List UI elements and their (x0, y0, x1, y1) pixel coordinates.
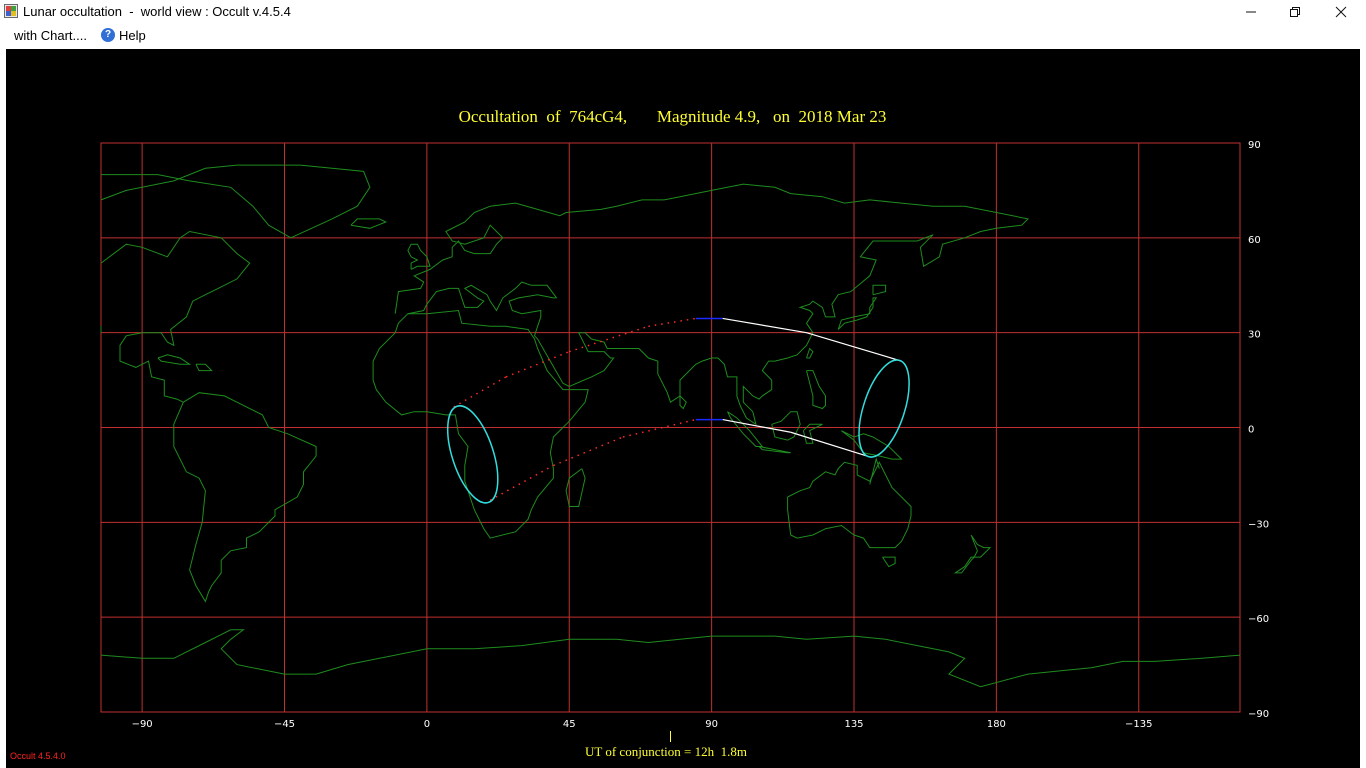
coastline (841, 430, 903, 460)
y-tick-label: −60 (1248, 614, 1269, 625)
coastline (100, 164, 371, 239)
coastline (173, 392, 317, 603)
x-tick-label: 135 (844, 719, 863, 730)
coastline (100, 230, 251, 403)
y-tick-label: −90 (1248, 709, 1269, 720)
north-limit-segment (569, 325, 649, 353)
north-limit-segment (505, 350, 570, 378)
y-tick-label: 0 (1248, 425, 1254, 436)
north-limit-segment (648, 317, 696, 328)
x-tick-label: 45 (563, 719, 576, 730)
coastline (372, 309, 589, 539)
rise-set-ellipse (446, 405, 499, 504)
coastline (771, 411, 801, 441)
x-tick-label: −135 (1125, 719, 1152, 730)
coastline (407, 281, 557, 315)
x-tick-label: 180 (987, 719, 1006, 730)
y-tick-label: 60 (1248, 235, 1261, 246)
conjunction-time-label: UT of conjunction = 12h 1.8m (585, 744, 747, 759)
south-limit-segment (622, 418, 696, 438)
coastline (727, 411, 764, 447)
x-tick-label: 0 (424, 719, 430, 730)
y-tick-label: 90 (1248, 140, 1261, 151)
coastline (953, 534, 992, 574)
north-limit-segment (722, 317, 807, 334)
version-label: Occult 4.5.4.0 (10, 751, 66, 761)
coastline (157, 354, 192, 365)
south-limit-segment (790, 431, 867, 457)
coastline (787, 461, 912, 549)
north-limit-segment (453, 376, 507, 408)
coastline (872, 284, 887, 296)
coastline (837, 297, 878, 330)
south-limit-segment (489, 464, 554, 501)
y-tick-label: −30 (1248, 519, 1269, 530)
coastline (679, 395, 687, 410)
chart-title: Occultation of 764cG4, Magnitude 4.9, on… (458, 107, 887, 126)
coastline (195, 363, 213, 372)
coastline (758, 446, 791, 454)
coastline (100, 629, 1241, 688)
south-limit-segment (553, 436, 624, 467)
coastline (882, 556, 896, 568)
y-tick-label: 30 (1248, 330, 1261, 341)
coastline (806, 370, 826, 410)
coastline (806, 347, 814, 359)
x-tick-label: −90 (132, 719, 153, 730)
x-tick-label: 90 (705, 719, 718, 730)
x-tick-label: −45 (274, 719, 295, 730)
coastline (350, 218, 388, 229)
